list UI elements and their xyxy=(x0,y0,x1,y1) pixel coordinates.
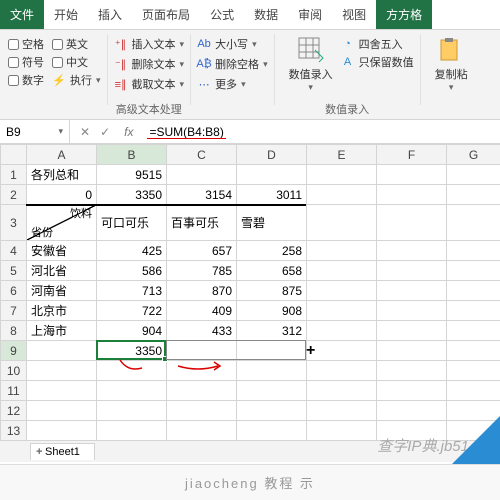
tab-addin[interactable]: 方方格 xyxy=(376,0,432,29)
row-6[interactable]: 6河南省713870875 xyxy=(1,281,500,301)
tab-home[interactable]: 开始 xyxy=(44,0,88,29)
btn-copy-paste[interactable]: 复制粘▾ xyxy=(427,34,476,95)
tab-insert[interactable]: 插入 xyxy=(88,0,132,29)
btn-case[interactable]: Ab大小写▾ xyxy=(197,36,268,52)
row-11[interactable]: 11 xyxy=(1,381,500,401)
case-icon: Ab xyxy=(197,37,211,51)
more-icon: ⋯ xyxy=(197,77,211,91)
row-3[interactable]: 3饮料省份可口可乐百事可乐雪碧 xyxy=(1,205,500,241)
col-C[interactable]: C xyxy=(167,145,237,165)
btn-extract-text[interactable]: ≡∥截取文本▾ xyxy=(114,76,185,92)
tab-file[interactable]: 文件 xyxy=(0,0,44,29)
round-icon: ◔ xyxy=(341,37,355,51)
select-all[interactable] xyxy=(1,145,27,165)
name-box[interactable]: B9▾ xyxy=(0,120,70,143)
col-F[interactable]: F xyxy=(377,145,447,165)
fill-cursor-icon: + xyxy=(306,342,315,360)
table-entry-icon xyxy=(297,36,325,64)
delete-text-icon: ⁻∥ xyxy=(114,57,128,71)
add-sheet-button[interactable]: + xyxy=(30,444,48,460)
col-D[interactable]: D xyxy=(237,145,307,165)
tab-strip: 文件 开始 插入 页面布局 公式 数据 审阅 视图 方方格 xyxy=(0,0,500,30)
ribbon-group-text: ⁺∥插入文本▾ ⁻∥删除文本▾ ≡∥截取文本▾ 高级文本处理 xyxy=(108,34,192,105)
border-line xyxy=(26,204,306,206)
cancel-icon[interactable]: ✕ xyxy=(80,125,90,139)
row-7[interactable]: 7北京市722409908 xyxy=(1,301,500,321)
col-headers: A B C D E F G xyxy=(1,145,500,165)
btn-delete-text[interactable]: ⁻∥删除文本▾ xyxy=(114,56,185,72)
row-2[interactable]: 20335031543011 xyxy=(1,185,500,205)
tab-layout[interactable]: 页面布局 xyxy=(132,0,200,29)
btn-more[interactable]: ⋯更多▾ xyxy=(197,76,268,92)
ribbon-group-case: Ab大小写▾ A₿删除空格▾ ⋯更多▾ xyxy=(191,34,275,105)
tab-formula[interactable]: 公式 xyxy=(200,0,244,29)
group-label-entry: 数值录入 xyxy=(275,101,420,117)
btn-round[interactable]: ◔四舍五入 xyxy=(341,36,414,52)
col-G[interactable]: G xyxy=(447,145,500,165)
formula-bar: B9▾ ✕ ✓ fx =SUM(B4:B8) xyxy=(0,120,500,144)
chk-symbol[interactable]: 符号 xyxy=(8,54,44,70)
formula-input[interactable]: =SUM(B4:B8) xyxy=(147,125,225,139)
extract-text-icon: ≡∥ xyxy=(114,77,128,91)
ribbon-group-view: 空格 符号 数字 英文 中文 ⚡执行▾ xyxy=(2,34,108,105)
keep-num-icon: A xyxy=(341,55,355,69)
row-9[interactable]: 93350 xyxy=(1,341,500,361)
btn-insert-text[interactable]: ⁺∥插入文本▾ xyxy=(114,36,185,52)
annotation-arrow-icon xyxy=(118,358,238,378)
btn-keep-num[interactable]: A只保留数值 xyxy=(341,54,414,70)
row-4[interactable]: 4安徽省425657258 xyxy=(1,241,500,261)
row-8[interactable]: 8上海市904433312 xyxy=(1,321,500,341)
group-label-text: 高级文本处理 xyxy=(108,101,191,117)
chk-space[interactable]: 空格 xyxy=(8,36,44,52)
col-B[interactable]: B xyxy=(97,145,167,165)
tab-view[interactable]: 视图 xyxy=(332,0,376,29)
btn-trim[interactable]: A₿删除空格▾ xyxy=(197,56,268,72)
chk-english[interactable]: 英文 xyxy=(52,36,101,52)
ribbon: 空格 符号 数字 英文 中文 ⚡执行▾ ⁺∥插入文本▾ ⁻∥删除文本▾ ≡∥截取… xyxy=(0,30,500,120)
row-1[interactable]: 1各列总和9515 xyxy=(1,165,500,185)
row-10[interactable]: 10 xyxy=(1,361,500,381)
btn-execute[interactable]: ⚡执行▾ xyxy=(52,72,101,88)
tab-review[interactable]: 审阅 xyxy=(288,0,332,29)
lightning-icon: ⚡ xyxy=(52,73,66,87)
col-A[interactable]: A xyxy=(27,145,97,165)
insert-text-icon: ⁺∥ xyxy=(114,37,128,51)
ribbon-group-copy: 复制粘▾ xyxy=(421,34,482,105)
chevron-down-icon: ▾ xyxy=(58,126,63,137)
chk-number[interactable]: 数字 xyxy=(8,72,44,88)
btn-num-entry[interactable]: 数值录入▾ xyxy=(281,34,341,95)
corner-fold-icon xyxy=(452,416,500,464)
row-5[interactable]: 5河北省586785658 xyxy=(1,261,500,281)
footer-text: jiaocheng 教程 示 xyxy=(0,464,500,500)
chevron-down-icon: ▾ xyxy=(96,75,101,86)
sheet-grid[interactable]: A B C D E F G 1各列总和9515 20335031543011 3… xyxy=(0,144,500,441)
diagonal-header: 饮料省份 xyxy=(27,205,97,241)
trim-icon: A₿ xyxy=(197,57,211,71)
clipboard-icon xyxy=(437,36,465,64)
chk-chinese[interactable]: 中文 xyxy=(52,54,101,70)
fx-icon[interactable]: fx xyxy=(124,125,133,139)
confirm-icon[interactable]: ✓ xyxy=(100,125,110,139)
col-E[interactable]: E xyxy=(307,145,377,165)
ribbon-group-entry: 数值录入▾ ◔四舍五入 A只保留数值 数值录入 xyxy=(275,34,421,105)
row-12[interactable]: 12 xyxy=(1,401,500,421)
tab-data[interactable]: 数据 xyxy=(244,0,288,29)
